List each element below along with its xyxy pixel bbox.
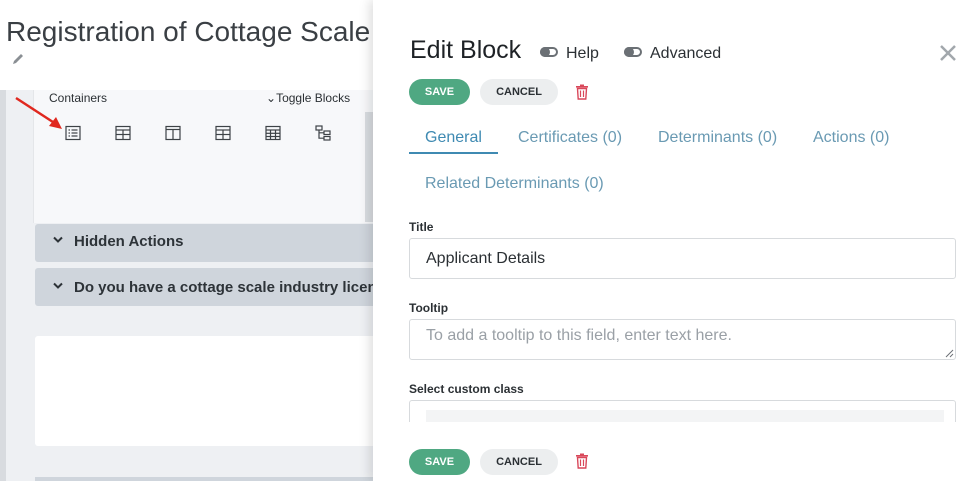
advanced-label: Advanced — [650, 45, 722, 62]
containers-panel — [33, 90, 384, 223]
cancel-button[interactable]: CANCEL — [480, 449, 558, 475]
table-icon[interactable] — [265, 125, 281, 141]
help-toggle-knob — [540, 47, 550, 57]
tooltip-placeholder: To add a tooltip to this field, enter te… — [426, 327, 732, 344]
tab-certificates[interactable]: Certificates (0) — [518, 129, 622, 147]
custom-class-label: Select custom class — [409, 382, 524, 396]
resize-handle-icon[interactable] — [944, 348, 954, 358]
tab-related-determinants[interactable]: Related Determinants (0) — [425, 175, 604, 193]
save-button[interactable]: SAVE — [409, 449, 470, 475]
chevron-down-icon: ⌄ — [266, 91, 277, 105]
help-label: Help — [566, 45, 599, 62]
close-icon[interactable] — [938, 43, 958, 63]
tab-actions[interactable]: Actions (0) — [813, 129, 889, 147]
tooltip-label: Tooltip — [409, 301, 449, 315]
empty-block — [35, 336, 380, 446]
title-input-value: Applicant Details — [426, 250, 546, 267]
toggle-blocks-button[interactable]: ⌄Toggle Blocks — [266, 91, 350, 105]
toggle-blocks-label: Toggle Blocks — [276, 91, 351, 105]
tree-icon[interactable] — [315, 125, 331, 141]
advanced-toggle-knob — [624, 47, 634, 57]
grid-icon[interactable] — [215, 125, 231, 141]
tab-determinants[interactable]: Determinants (0) — [658, 129, 777, 147]
drawer-title: Edit Block — [410, 36, 522, 64]
drawer-footer — [373, 422, 964, 444]
active-tab-indicator — [409, 152, 498, 154]
chevron-down-icon — [53, 282, 63, 289]
accordion-label: Hidden Actions — [74, 233, 184, 250]
page-title: Registration of Cottage Scale In — [6, 16, 402, 47]
chevron-down-icon — [53, 236, 63, 243]
tab-general[interactable]: General — [425, 129, 482, 147]
list-icon[interactable] — [65, 125, 81, 141]
trash-icon[interactable] — [575, 453, 589, 469]
grid-icon[interactable] — [115, 125, 131, 141]
save-button[interactable]: SAVE — [409, 79, 470, 105]
pencil-icon[interactable] — [11, 52, 25, 66]
trash-icon[interactable] — [575, 84, 589, 100]
cancel-button[interactable]: CANCEL — [480, 79, 558, 105]
next-accordion — [35, 477, 380, 481]
accordion-label: Do you have a cottage scale industry lic… — [74, 279, 377, 296]
columns-icon[interactable] — [165, 125, 181, 141]
annotation-arrow-icon — [15, 96, 62, 129]
title-label: Title — [409, 220, 434, 234]
